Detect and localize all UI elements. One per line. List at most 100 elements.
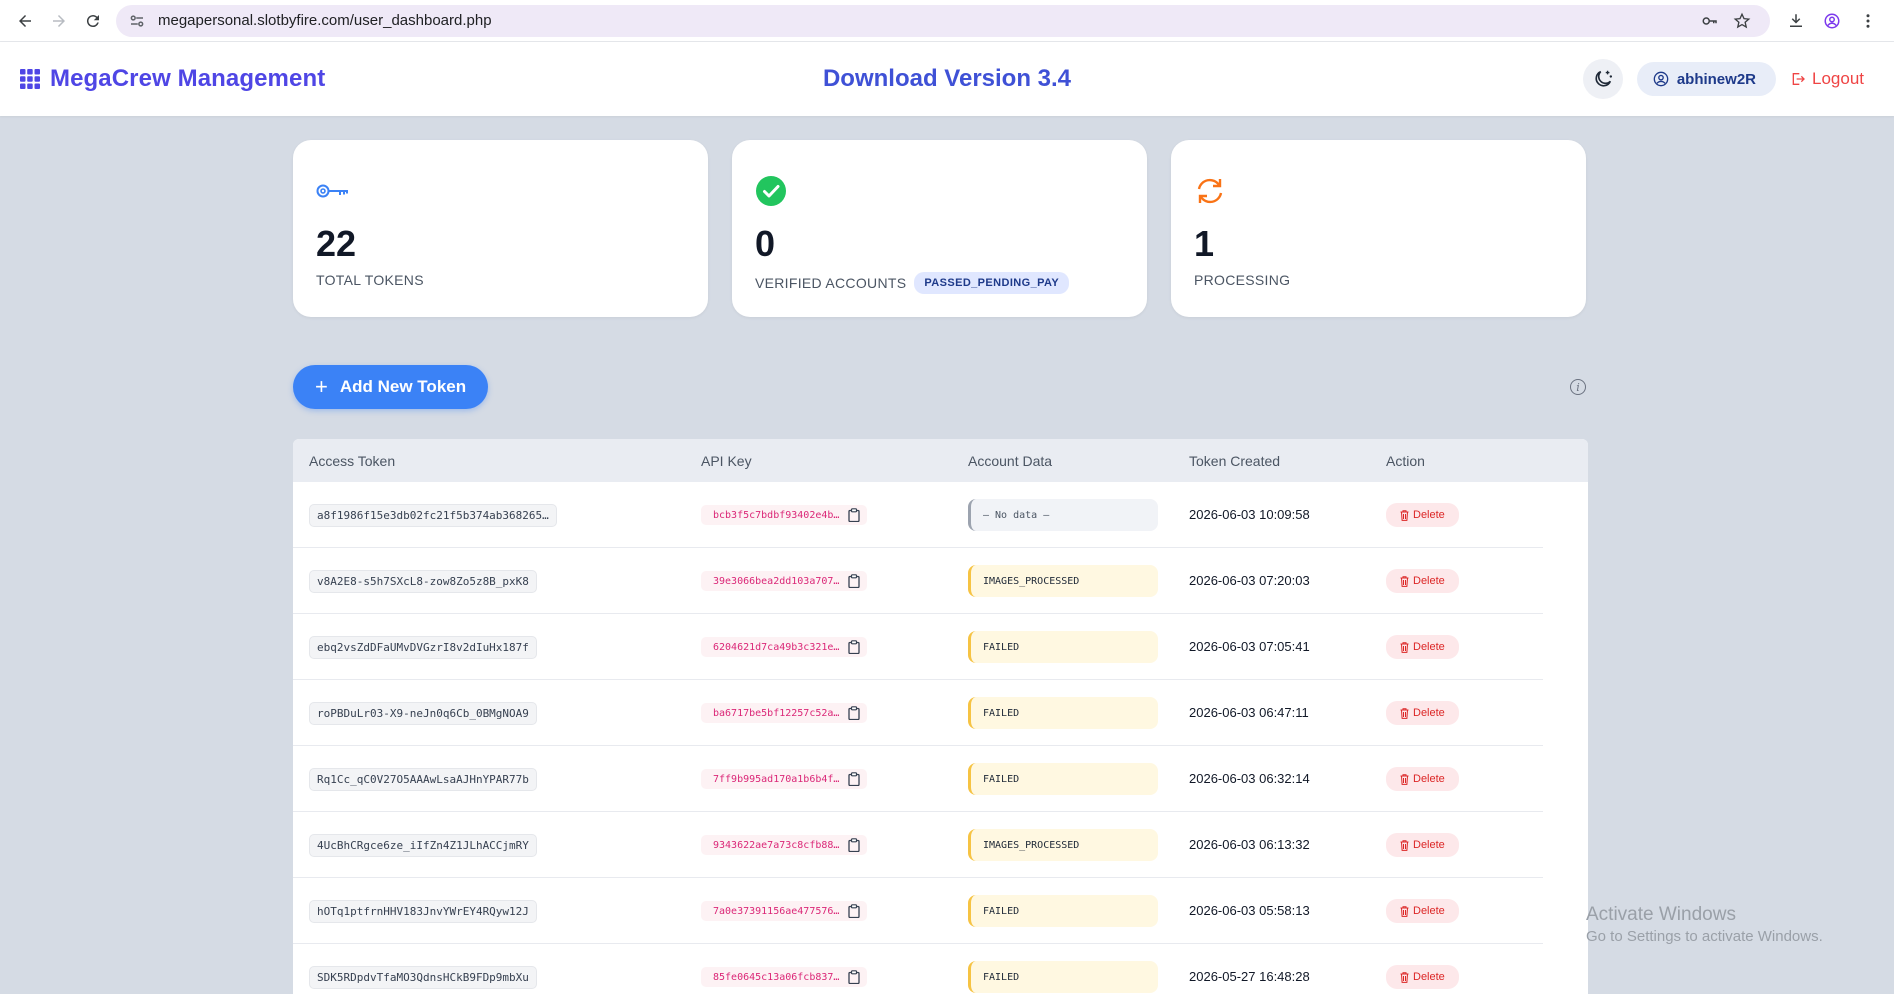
stat-value: 22 [316, 223, 357, 264]
token-created-date: 2026-06-03 07:20:03 [1189, 573, 1310, 588]
api-key-value: 85fe0645c13a06fcb837… [701, 967, 868, 988]
logout-icon [1792, 73, 1805, 85]
api-key-text: 6204621d7ca49b3c321e… [713, 641, 840, 653]
stat-card-processing: 1 PROCESSING [1171, 140, 1586, 317]
url-text[interactable]: megapersonal.slotbyfire.com/user_dashboa… [158, 12, 1694, 29]
column-header-account-data: Account Data [968, 452, 1053, 469]
tokens-table: Access Token API Key Account Data Token … [293, 439, 1588, 994]
logout-label: Logout [1812, 69, 1864, 88]
delete-button[interactable]: Delete [1386, 899, 1459, 923]
column-header-action: Action [1386, 452, 1425, 469]
add-new-token-button[interactable]: + Add New Token [293, 365, 489, 409]
main-content: 22 TOTAL TOKENS 0 VERIFIED ACCOUNTS PASS… [293, 140, 1588, 994]
stat-label: VERIFIED ACCOUNTS [755, 275, 907, 291]
token-created-date: 2026-06-03 07:05:41 [1189, 639, 1310, 654]
back-button[interactable] [8, 4, 42, 38]
account-status-badge: FAILED [968, 697, 1158, 729]
account-status-badge: FAILED [968, 763, 1158, 795]
access-token-value[interactable]: hOTq1ptfrnHHV183JnvYWrEY4RQyw12J [309, 899, 537, 923]
kebab-menu-icon[interactable] [1850, 12, 1886, 30]
account-status-badge: IMAGES_PROCESSED [968, 829, 1158, 861]
clipboard-icon[interactable] [847, 772, 861, 787]
download-icon[interactable] [1778, 12, 1814, 30]
clipboard-icon[interactable] [847, 706, 861, 721]
windows-activation-watermark: Activate Windows Go to Settings to activ… [1586, 904, 1823, 945]
delete-label: Delete [1413, 641, 1445, 653]
access-token-value[interactable]: Rq1Cc_qC0V27O5AAAwLsaAJHnYPAR77b [309, 767, 537, 791]
trash-icon [1400, 905, 1409, 917]
user-menu-button[interactable]: abhinew2R [1636, 62, 1776, 96]
table-row: Rq1Cc_qC0V27O5AAAwLsaAJHnYPAR77b 7ff9b995… [293, 746, 1588, 812]
delete-button[interactable]: Delete [1386, 965, 1459, 989]
stat-card-verified-accounts: 0 VERIFIED ACCOUNTS PASSED_PENDING_PAY [732, 140, 1147, 317]
download-version-link[interactable]: Download Version 3.4 [747, 65, 1147, 93]
password-key-icon[interactable] [1694, 12, 1726, 30]
delete-button[interactable]: Delete [1386, 569, 1459, 593]
clipboard-icon[interactable] [847, 574, 861, 589]
bookmark-star-icon[interactable] [1726, 12, 1758, 30]
clipboard-icon[interactable] [847, 970, 861, 985]
access-token-value[interactable]: 4UcBhCRgce6ze_iIfZn4Z1JLhACCjmRY [309, 833, 537, 857]
api-key-value: 9343622ae7a73c8cfb88… [701, 835, 868, 856]
logout-button[interactable]: Logout [1790, 69, 1864, 89]
delete-label: Delete [1413, 971, 1445, 983]
access-token-value[interactable]: v8A2E8-s5h7SXcL8-zow8Zo5z8B_pxK8 [309, 569, 537, 593]
forward-button[interactable] [42, 4, 76, 38]
stat-label: TOTAL TOKENS [316, 272, 424, 288]
grid-icon [20, 69, 40, 89]
api-key-text: 7ff9b995ad170a1b6b4f… [713, 773, 840, 785]
stat-label: PROCESSING [1194, 272, 1291, 288]
profile-icon[interactable] [1814, 12, 1850, 30]
clipboard-icon[interactable] [847, 640, 861, 655]
clipboard-icon[interactable] [847, 904, 861, 919]
arrow-left-icon [19, 14, 31, 27]
username: abhinew2R [1676, 70, 1756, 88]
watermark-subtitle: Go to Settings to activate Windows. [1586, 928, 1823, 945]
browser-toolbar: megapersonal.slotbyfire.com/user_dashboa… [0, 0, 1894, 42]
delete-button[interactable]: Delete [1386, 503, 1459, 527]
address-bar[interactable]: megapersonal.slotbyfire.com/user_dashboa… [116, 4, 1770, 37]
delete-button[interactable]: Delete [1386, 767, 1459, 791]
delete-button[interactable]: Delete [1386, 701, 1459, 725]
api-key-value: 7a0e37391156ae477576… [701, 901, 868, 922]
reload-icon [86, 14, 99, 27]
reload-button[interactable] [76, 4, 110, 38]
trash-icon [1400, 575, 1409, 587]
trash-icon [1400, 707, 1409, 719]
access-token-value[interactable]: roPBDuLr03-X9-neJn0q6Cb_0BMgNOA9 [309, 701, 537, 725]
trash-icon [1400, 641, 1409, 653]
access-token-value[interactable]: SDK5RDpdvTfaMO3QdnsHCkB9FDp9mbXu [309, 965, 537, 989]
theme-toggle-button[interactable] [1582, 59, 1623, 99]
account-status-badge: — No data — [968, 499, 1158, 531]
brand[interactable]: MegaCrew Management [20, 65, 325, 93]
token-created-date: 2026-06-03 05:58:13 [1189, 903, 1310, 918]
trash-icon [1400, 773, 1409, 785]
clipboard-icon[interactable] [847, 508, 861, 523]
trash-icon [1400, 971, 1409, 983]
access-token-value[interactable]: a8f1986f15e3db02fc21f5b374ab368265… [309, 503, 557, 527]
stat-value: 0 [755, 223, 776, 264]
delete-button[interactable]: Delete [1386, 635, 1459, 659]
table-row: SDK5RDpdvTfaMO3QdnsHCkB9FDp9mbXu 85fe0645… [293, 944, 1588, 994]
column-header-token-created: Token Created [1189, 452, 1281, 469]
table-row: 4UcBhCRgce6ze_iIfZn4Z1JLhACCjmRY 9343622a… [293, 812, 1588, 878]
api-key-value: 6204621d7ca49b3c321e… [701, 637, 868, 658]
access-token-value[interactable]: ebq2vsZdDFaUMvDVGzrI8v2dIuHx187f [309, 635, 537, 659]
status-badge: PASSED_PENDING_PAY [914, 272, 1070, 294]
table-row: roPBDuLr03-X9-neJn0q6Cb_0BMgNOA9 ba6717be… [293, 680, 1588, 746]
plus-icon: + [315, 374, 328, 399]
token-created-date: 2026-06-03 10:09:58 [1189, 507, 1310, 522]
sync-icon [1197, 178, 1223, 204]
site-settings-icon[interactable] [128, 12, 146, 30]
delete-label: Delete [1413, 509, 1445, 521]
clipboard-icon[interactable] [847, 838, 861, 853]
api-key-value: ba6717be5bf12257c52a… [701, 703, 868, 724]
api-key-value: 7ff9b995ad170a1b6b4f… [701, 769, 868, 790]
token-created-date: 2026-06-03 06:32:14 [1189, 771, 1310, 786]
token-created-date: 2026-06-03 06:47:11 [1189, 705, 1309, 720]
api-key-text: 9343622ae7a73c8cfb88… [713, 839, 840, 851]
table-row: ebq2vsZdDFaUMvDVGzrI8v2dIuHx187f 6204621d… [293, 614, 1588, 680]
delete-button[interactable]: Delete [1386, 833, 1459, 857]
user-circle-icon [1653, 71, 1669, 87]
info-icon[interactable]: i [1570, 379, 1586, 395]
